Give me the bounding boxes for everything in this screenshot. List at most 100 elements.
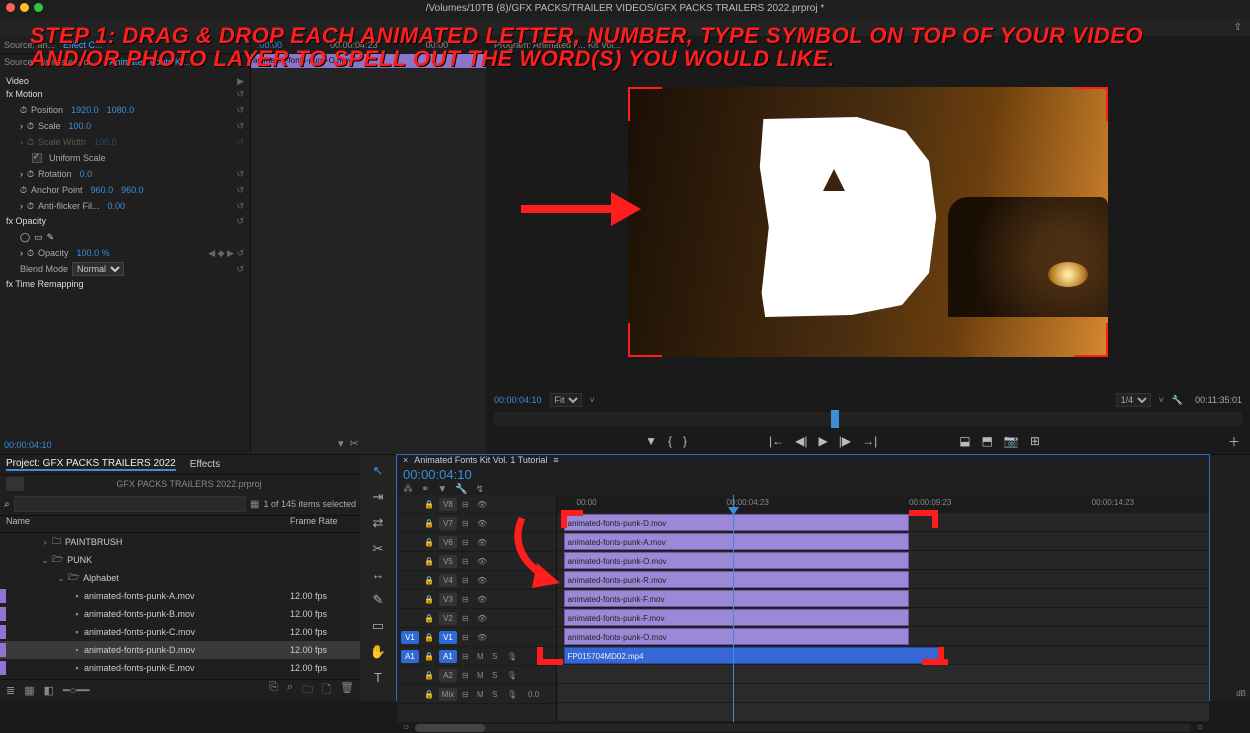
pen-tool[interactable]: ✎ (373, 592, 384, 608)
razor-tool[interactable]: ✂ (373, 541, 384, 557)
wrench-button[interactable]: ↯ (476, 484, 484, 495)
find-button[interactable]: ⌕ (287, 681, 293, 700)
window-controls[interactable] (6, 3, 43, 12)
trash-button[interactable]: 🗑 (340, 681, 354, 700)
rot-val[interactable]: 0.0 (80, 169, 93, 179)
button-editor-button[interactable]: ⊞ (1030, 434, 1040, 448)
clip-row[interactable]: ▪animated-fonts-punk-E.mov12.00 fps (0, 659, 360, 677)
snap-button[interactable]: ⁂ (403, 484, 413, 495)
stopwatch-icon[interactable]: ⏱ (27, 248, 34, 259)
video-track-header[interactable]: 🔒V8⊟👁 (397, 495, 556, 514)
resolution-select[interactable]: 1/4 (1116, 393, 1151, 407)
playhead[interactable] (733, 495, 734, 722)
pos-y[interactable]: 1080.0 (107, 105, 135, 115)
slip-tool[interactable]: ↔ (372, 567, 385, 582)
stopwatch-icon[interactable]: ⏱ (27, 169, 34, 180)
timeline-timecode[interactable]: 00:00:04:10 (397, 465, 1209, 484)
opacity-val[interactable]: 100.0 % (77, 248, 110, 258)
mask-ellipse-icon[interactable]: ◯ (20, 232, 30, 243)
video-track-header[interactable]: 🔒V2⊟👁 (397, 609, 556, 628)
share-icon[interactable]: ⇪ (1234, 22, 1242, 33)
pin-icon[interactable]: ✂ (350, 437, 359, 450)
mask-pen-icon[interactable]: ✎ (47, 232, 55, 243)
icon-view-button[interactable]: ▦ (24, 684, 34, 697)
mark-in-button[interactable]: { (668, 434, 672, 448)
reset-icon[interactable]: ↺ (236, 105, 244, 116)
track-row[interactable]: animated-fonts-punk-A.mov (557, 532, 1209, 551)
reset-icon[interactable]: ↺ (236, 169, 244, 180)
clip-row[interactable]: ▪animated-fonts-punk-B.mov12.00 fps (0, 605, 360, 623)
settings-icon[interactable]: 🔧 (1172, 395, 1183, 406)
clip-row[interactable]: ▪animated-fonts-punk-A.mov12.00 fps (0, 587, 360, 605)
search-input[interactable] (14, 496, 246, 512)
lift-button[interactable]: ⬓ (959, 434, 970, 448)
keyf-icon[interactable]: ▶ (237, 76, 244, 87)
reset-icon[interactable]: ↺ (236, 121, 244, 132)
reset-icon[interactable]: ↺ (236, 89, 244, 100)
reset-icon[interactable]: ↺ (236, 201, 244, 212)
track-row[interactable]: animated-fonts-punk-O.mov (557, 551, 1209, 570)
audio-track-header[interactable]: A1🔒A1⊟MS🎙 (397, 647, 556, 666)
bin-row[interactable]: ⌄🗁Alphabet (0, 569, 360, 587)
tab-project[interactable]: Project: GFX PACKS TRAILERS 2022 (6, 458, 176, 471)
timeline-clip[interactable]: animated-fonts-punk-F.mov (564, 590, 910, 607)
flicker-val[interactable]: 0.00 (108, 201, 126, 211)
hand-tool[interactable]: ✋ (370, 644, 386, 660)
filter-icon[interactable]: ▾ (338, 437, 344, 450)
ripple-edit-tool[interactable]: ⇄ (373, 515, 384, 531)
freeform-view-button[interactable]: ◧ (44, 684, 54, 697)
mark-out-button[interactable]: } (683, 434, 687, 448)
track-row[interactable] (557, 703, 1209, 722)
timeline-clip[interactable]: animated-fonts-punk-R.mov (564, 571, 910, 588)
stopwatch-icon[interactable]: ⏱ (20, 185, 27, 196)
video-track-header[interactable]: V1🔒V1⊟👁 (397, 628, 556, 647)
track-area[interactable]: 00:00 00:00:04:23 00:00:09:23 00:00:14:2… (557, 495, 1209, 722)
uniform-scale-checkbox[interactable] (32, 153, 42, 163)
stopwatch-icon[interactable]: ⏱ (27, 121, 34, 132)
fx-time-remap[interactable]: fx Time Remapping (6, 279, 84, 289)
zoom-slider[interactable]: ━○━━ (63, 684, 90, 697)
track-select-tool[interactable]: ⇥ (373, 489, 384, 505)
program-timecode[interactable]: 00:00:04:10 (494, 395, 542, 405)
timeline-clip[interactable]: animated-fonts-punk-A.mov (564, 533, 910, 550)
ec-timecode[interactable]: 00:00:04:10 (4, 440, 52, 450)
clip-row[interactable]: ▪animated-fonts-punk-D.mov12.00 fps (0, 641, 360, 659)
close-dot-icon[interactable] (6, 3, 15, 12)
step-back-button[interactable]: ◀| (795, 434, 807, 448)
timeline-clip[interactable]: animated-fonts-punk-O.mov (564, 628, 910, 645)
mask-rect-icon[interactable]: ▭ (34, 232, 43, 243)
play-button[interactable]: ▶ (818, 434, 827, 448)
filter-bins-icon[interactable]: ▦ (250, 499, 259, 510)
program-video[interactable] (628, 87, 1108, 357)
timeline-clip[interactable]: animated-fonts-punk-O.mov (564, 552, 910, 569)
selection-tool[interactable]: ↖ (373, 463, 384, 479)
zoom-out-icon[interactable]: ○ (403, 722, 409, 733)
stopwatch-icon[interactable]: ⏱ (27, 201, 34, 212)
blend-mode-select[interactable]: Normal (72, 262, 124, 276)
track-row[interactable] (557, 684, 1209, 703)
pos-x[interactable]: 1920.0 (71, 105, 99, 115)
track-row[interactable]: animated-fonts-punk-O.mov (557, 627, 1209, 646)
reset-icon[interactable]: ↺ (236, 264, 244, 275)
new-bin-button[interactable]: 🗀 (302, 681, 313, 700)
settings-button[interactable]: 🔧 (455, 484, 467, 495)
marker-button[interactable]: ▼ (437, 484, 447, 495)
type-tool[interactable]: T (374, 670, 382, 685)
goto-out-button[interactable]: →| (862, 434, 877, 448)
track-row[interactable]: animated-fonts-punk-F.mov (557, 608, 1209, 627)
scale-val[interactable]: 100.0 (69, 121, 92, 131)
zoom-in-icon[interactable]: ○ (1197, 722, 1203, 733)
bin-row[interactable]: ⌄🗁PUNK (0, 551, 360, 569)
reset-icon[interactable]: ↺ (236, 185, 244, 196)
goto-in-button[interactable]: |← (769, 434, 784, 448)
search-icon[interactable]: ⌕ (4, 499, 10, 510)
stopwatch-icon[interactable]: ⏱ (20, 105, 27, 116)
rectangle-tool[interactable]: ▭ (372, 618, 384, 634)
bin-row[interactable]: ›🗀PAINTBRUSH (0, 533, 360, 551)
time-ruler[interactable]: 00:00 00:00:04:23 00:00:09:23 00:00:14:2… (557, 495, 1209, 513)
timeline-scroll[interactable] (415, 724, 1191, 732)
timeline-clip[interactable]: animated-fonts-punk-F.mov (564, 609, 910, 626)
linked-sel-button[interactable]: ⚭ (421, 484, 429, 495)
new-item-button[interactable]: 🗋 (322, 681, 331, 700)
audio-track-header[interactable]: 🔒A2⊟MS🎙 (397, 666, 556, 685)
